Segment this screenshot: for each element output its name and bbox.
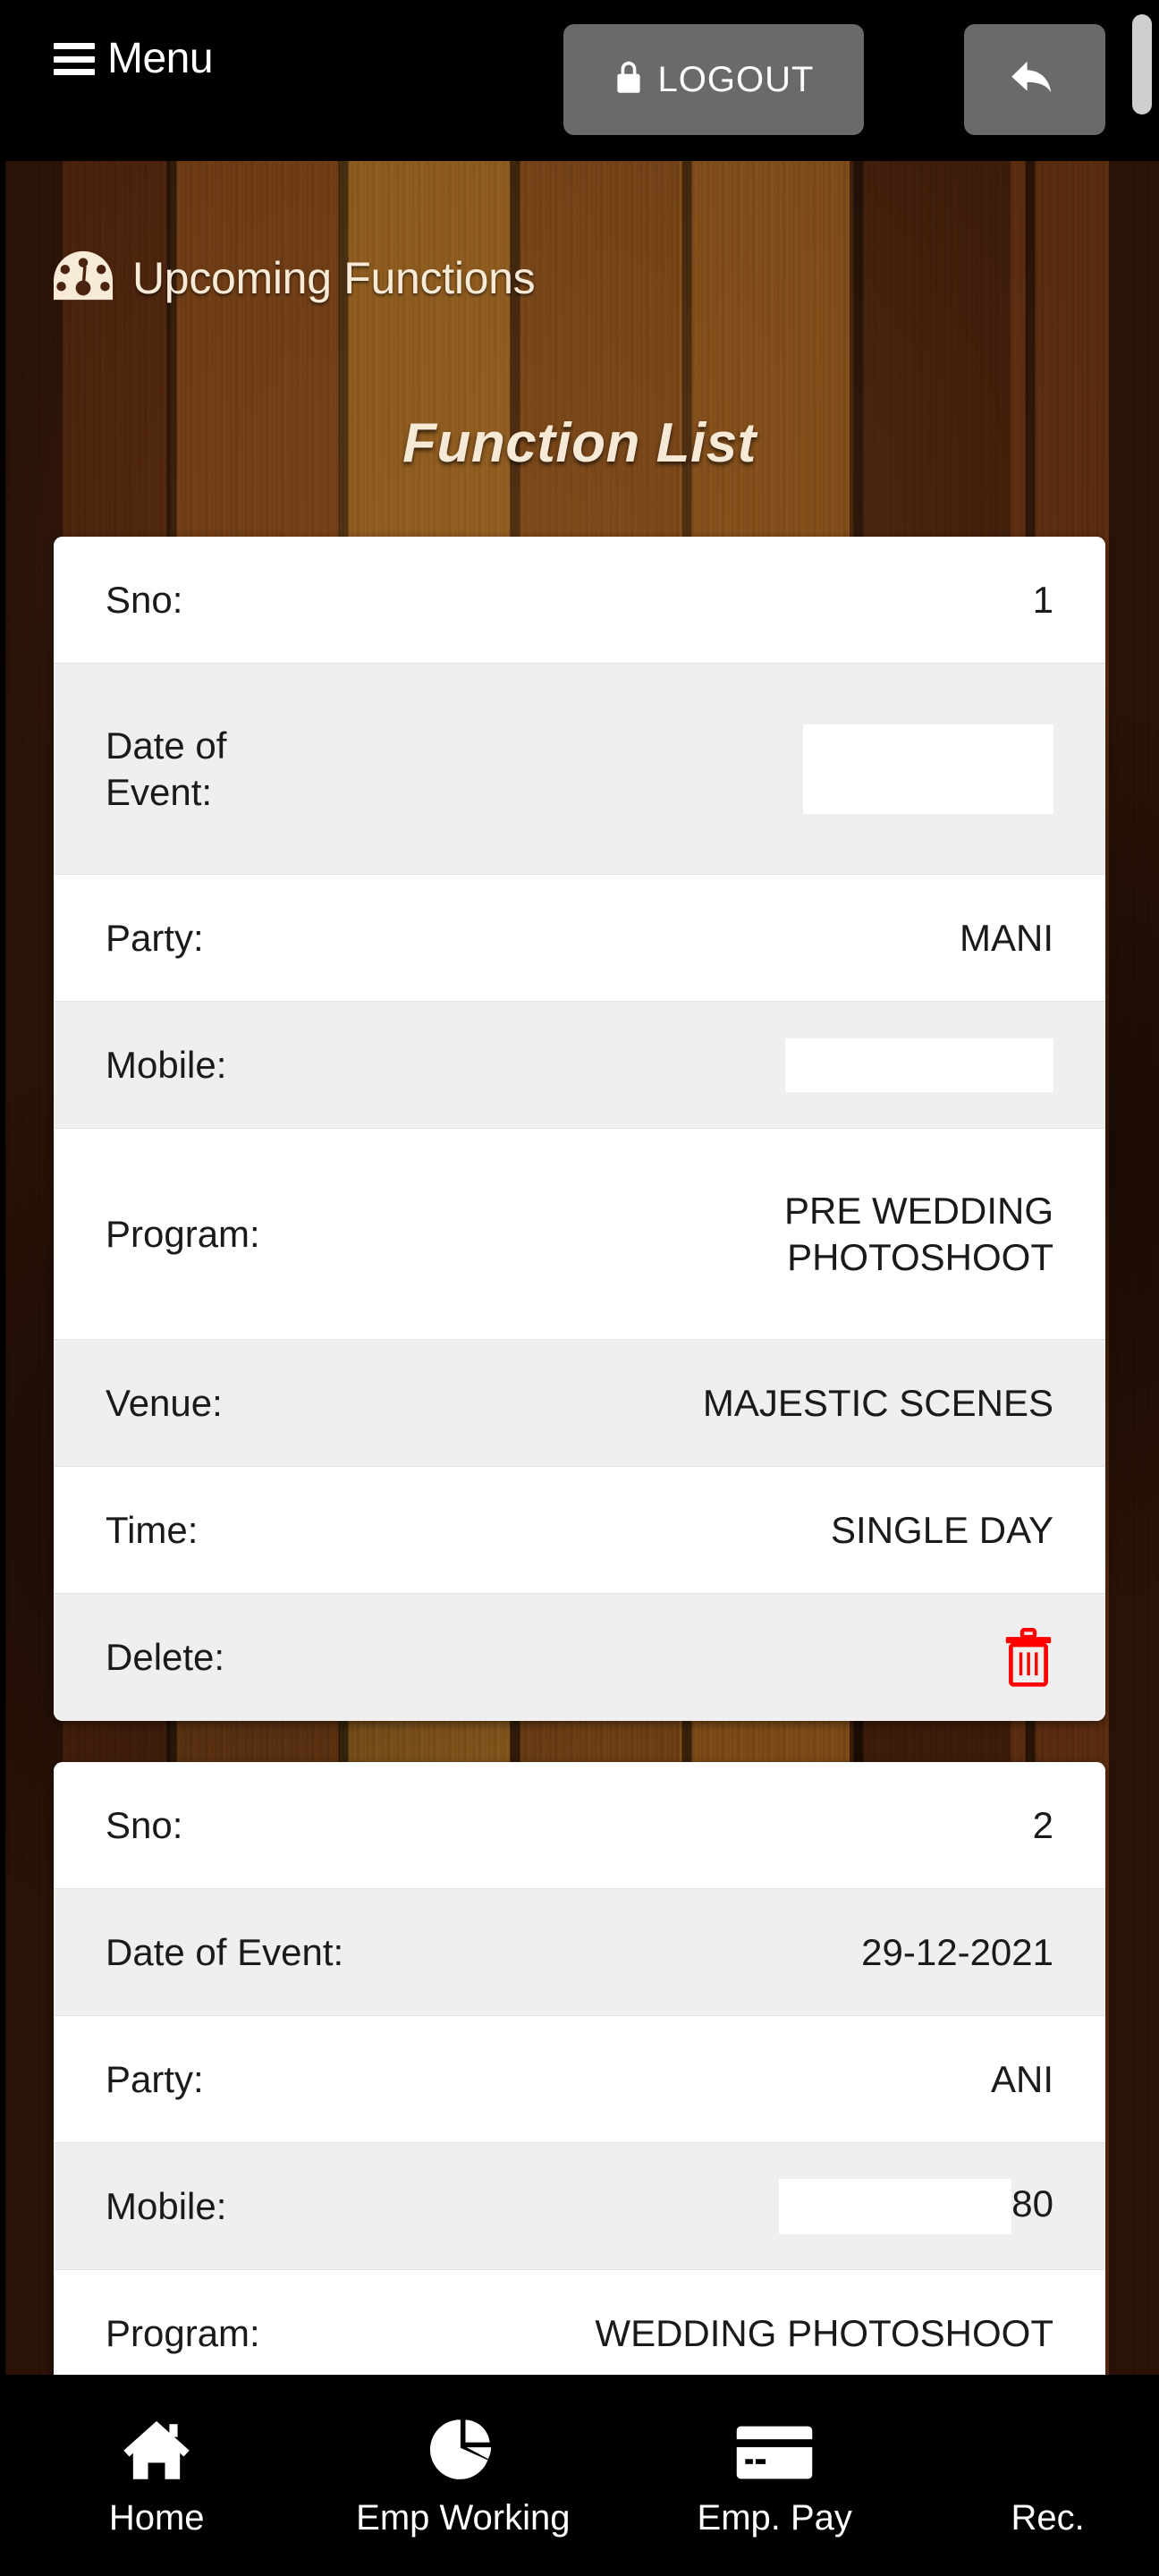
speedometer-icon bbox=[54, 250, 113, 305]
row-value: 2 bbox=[1032, 1803, 1053, 1846]
nav-item-emp-pay[interactable]: Emp. Pay bbox=[613, 2416, 936, 2536]
credit-card-icon bbox=[736, 2416, 813, 2482]
table-row: Mobile: bbox=[54, 1002, 1105, 1129]
row-value bbox=[224, 1628, 1053, 1687]
function-card-list: Sno: 1 Date of Event: Party: MANI Mobile:… bbox=[0, 537, 1159, 2438]
menu-button[interactable]: Menu bbox=[54, 35, 214, 82]
table-row: Sno: 1 bbox=[54, 537, 1105, 664]
row-value: WEDDING PHOTOSHOOT bbox=[595, 2312, 1053, 2355]
nav-item-home[interactable]: Home bbox=[0, 2416, 313, 2536]
lock-icon bbox=[613, 59, 644, 101]
scrollbar-thumb[interactable] bbox=[1132, 14, 1152, 114]
table-row: Mobile: 80 bbox=[54, 2143, 1105, 2270]
top-bar: Menu LOGOUT bbox=[0, 0, 1159, 161]
row-label: Program: bbox=[106, 1212, 260, 1255]
table-row: Party: ANI bbox=[54, 2016, 1105, 2143]
logout-button-label: LOGOUT bbox=[657, 59, 815, 99]
row-value: SINGLE DAY bbox=[831, 1508, 1053, 1551]
nav-item-rec[interactable]: Rec. bbox=[936, 2416, 1159, 2536]
row-label: Delete: bbox=[106, 1636, 225, 1679]
redaction-box bbox=[803, 724, 1053, 814]
delete-button[interactable] bbox=[246, 1628, 1053, 1687]
row-value: MANI bbox=[960, 916, 1053, 959]
nav-item-emp-working[interactable]: Emp Working bbox=[313, 2416, 613, 2536]
bottom-navigation: Home Emp Working Emp. Pay Rec. bbox=[0, 2375, 1159, 2576]
row-label: Program: bbox=[106, 2312, 260, 2355]
home-icon bbox=[121, 2416, 192, 2482]
function-card: Sno: 2 Date of Event: 29-12-2021 Party: … bbox=[54, 1762, 1105, 2397]
function-list-title: Function List bbox=[402, 412, 757, 474]
row-value-redacted bbox=[226, 1038, 1053, 1092]
table-row: Program: PRE WEDDING PHOTOSHOOT bbox=[54, 1129, 1105, 1340]
row-value: ANI bbox=[990, 2057, 1053, 2100]
trash-icon bbox=[1005, 1628, 1052, 1687]
row-value: 29-12-2021 bbox=[861, 1930, 1053, 1973]
table-row: Date of Event: 29-12-2021 bbox=[54, 1889, 1105, 2016]
hamburger-icon bbox=[54, 43, 95, 75]
row-label: Mobile: bbox=[106, 2184, 227, 2227]
table-row-delete: Delete: bbox=[54, 1594, 1105, 1721]
row-label: Sno: bbox=[106, 1803, 183, 1846]
back-button[interactable] bbox=[964, 24, 1105, 135]
row-label: Time: bbox=[106, 1508, 199, 1551]
nav-label: Home bbox=[108, 2497, 205, 2538]
table-row: Party: MANI bbox=[54, 875, 1105, 1002]
table-row: Sno: 2 bbox=[54, 1762, 1105, 1889]
nav-label: Emp. Pay bbox=[697, 2497, 852, 2538]
row-value: MAJESTIC SCENES bbox=[702, 1381, 1053, 1424]
page-heading: Upcoming Functions bbox=[54, 250, 536, 305]
function-card: Sno: 1 Date of Event: Party: MANI Mobile:… bbox=[54, 537, 1105, 1721]
row-label: Mobile: bbox=[106, 1043, 227, 1086]
row-value: PRE WEDDING PHOTOSHOOT bbox=[783, 1190, 1053, 1278]
table-row: Date of Event: bbox=[54, 664, 1105, 875]
row-label: Party: bbox=[106, 916, 204, 959]
redaction-box bbox=[785, 1038, 1053, 1092]
menu-button-label: Menu bbox=[107, 35, 214, 82]
pie-chart-icon bbox=[427, 2416, 500, 2482]
row-label: Date of Event: bbox=[106, 724, 227, 813]
nav-label: Rec. bbox=[1011, 2497, 1085, 2538]
row-value-redacted bbox=[226, 724, 1053, 814]
row-value-visible: 80 bbox=[1011, 2182, 1053, 2224]
table-row: Venue: MAJESTIC SCENES bbox=[54, 1340, 1105, 1467]
row-value: 1 bbox=[1032, 578, 1053, 621]
reply-arrow-icon bbox=[1008, 53, 1062, 107]
row-label: Party: bbox=[106, 2057, 204, 2100]
row-value-redacted: 80 bbox=[226, 2178, 1053, 2234]
redaction-box bbox=[779, 2178, 1012, 2234]
row-label: Sno: bbox=[106, 578, 183, 621]
logout-button[interactable]: LOGOUT bbox=[563, 24, 864, 135]
row-label: Date of Event: bbox=[106, 1930, 344, 1973]
scrollbar[interactable] bbox=[1132, 14, 1152, 131]
page-title: Upcoming Functions bbox=[132, 252, 536, 303]
table-row: Time: SINGLE DAY bbox=[54, 1467, 1105, 1594]
row-label: Venue: bbox=[106, 1381, 223, 1424]
nav-label: Emp Working bbox=[356, 2497, 571, 2538]
